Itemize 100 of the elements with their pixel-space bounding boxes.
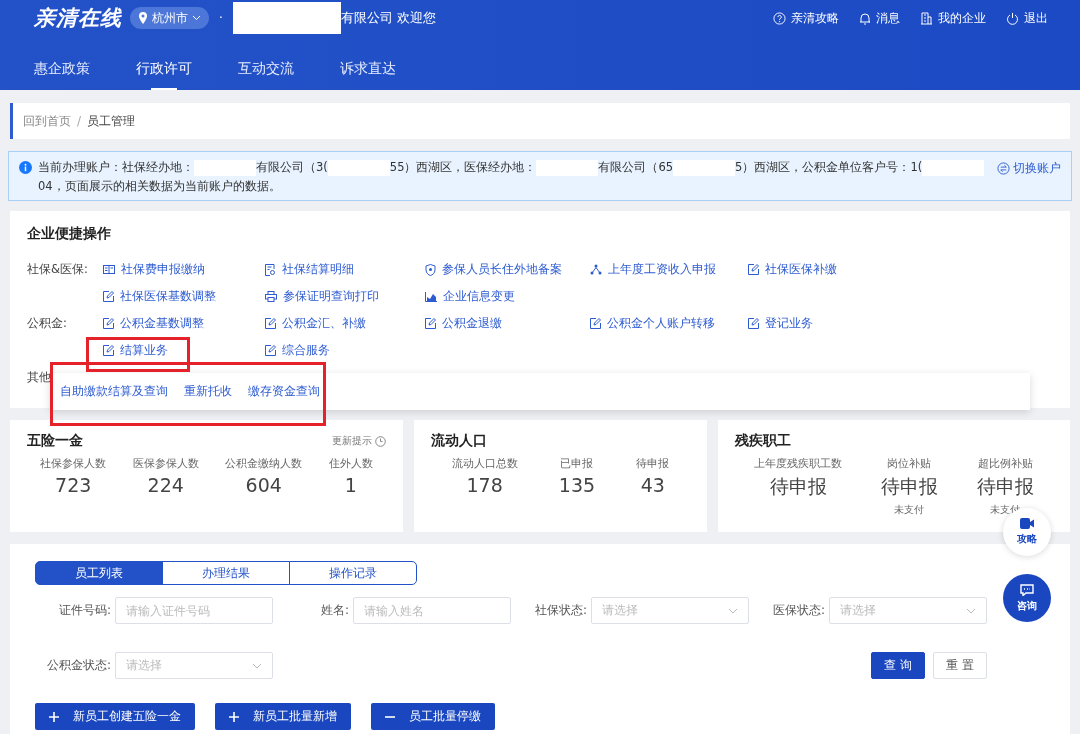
edit-icon — [425, 318, 436, 329]
quick-action-link[interactable]: 企业信息变更 — [425, 288, 590, 305]
card-title: 流动人口 — [431, 432, 487, 450]
reset-button[interactable]: 重 置 — [933, 652, 987, 679]
metric-label: 上年度残疾职工数 — [754, 456, 843, 471]
metric-label: 超比例补贴 — [977, 456, 1033, 471]
separator-dot: · — [219, 11, 223, 25]
input-field[interactable]: 请输入姓名 — [353, 597, 511, 624]
network-icon — [590, 264, 602, 275]
metric-value: 待申报 — [881, 474, 938, 499]
plus-icon — [229, 711, 239, 722]
edit-icon — [103, 345, 114, 356]
quick-action-link[interactable]: 公积金汇、补缴 — [265, 315, 425, 332]
input-field[interactable]: 请输入证件号码 — [115, 597, 273, 624]
header-link[interactable]: 消息 — [859, 9, 900, 27]
row-label: 公积金: — [27, 315, 68, 332]
switch-account-link[interactable]: 切换账户 — [997, 160, 1061, 177]
notice-text: 有限公司（3( — [256, 159, 328, 176]
tab[interactable]: 员工列表 — [35, 561, 163, 585]
power-icon — [1006, 11, 1019, 25]
breadcrumb-link[interactable]: 员工管理 — [87, 112, 136, 130]
metric-value: 1 — [344, 474, 357, 496]
chevron-down-icon — [966, 607, 976, 614]
edit-icon — [265, 318, 276, 329]
action-button[interactable]: 新员工批量新增 — [215, 703, 351, 730]
chat-icon — [1020, 583, 1034, 596]
metric-value: 224 — [147, 474, 184, 496]
card-title: 五险一金 — [27, 432, 83, 450]
metric-label: 社保参保人数 — [40, 456, 107, 471]
metric-value: 604 — [245, 474, 282, 496]
quick-action-link[interactable]: 公积金个人账户转移 — [590, 315, 748, 332]
header-link[interactable]: 亲清攻略 — [773, 9, 839, 27]
edit-icon — [103, 318, 114, 329]
metric-label: 流动人口总数 — [451, 456, 518, 471]
metric-label: 待申报 — [636, 456, 670, 471]
metric-note: 未支付 — [894, 504, 925, 517]
quick-action-link[interactable]: 公积金退缴 — [425, 315, 590, 332]
header-link[interactable]: 退出 — [1006, 9, 1048, 27]
header-link[interactable]: 我的企业 — [920, 9, 986, 27]
quick-action-link[interactable]: 社保医保补缴 — [748, 261, 1053, 278]
metric-value: 178 — [466, 474, 503, 496]
chevron-down-icon — [252, 662, 262, 669]
nav-tab[interactable]: 诉求直达 — [340, 48, 396, 90]
chart-icon — [425, 291, 437, 302]
printer-icon — [265, 291, 277, 302]
search-button[interactable]: 查 询 — [871, 652, 925, 679]
metric-label: 医保参保人数 — [132, 456, 199, 471]
field-label: 医保状态: — [772, 602, 825, 619]
shield-icon — [425, 263, 436, 276]
edit-icon — [748, 264, 759, 275]
welcome-text: 有限公司 欢迎您 — [340, 9, 436, 27]
plus-icon — [49, 711, 59, 722]
city-selector[interactable]: 杭州市 — [130, 7, 209, 29]
action-button[interactable]: 员工批量停缴 — [371, 703, 495, 730]
quick-action-link[interactable]: 综合服务 — [265, 342, 425, 359]
breadcrumb-separator: / — [77, 114, 82, 128]
chevron-down-icon — [728, 607, 738, 614]
tab[interactable]: 操作记录 — [289, 561, 417, 585]
edit-icon — [265, 345, 276, 356]
notice-text: 1( — [910, 159, 923, 176]
quick-action-link[interactable]: 社保结算明细 — [265, 261, 425, 278]
metric-value: 43 — [640, 474, 665, 496]
quick-action-link[interactable]: 社保费申报缴纳 — [103, 261, 265, 278]
metric-value: 723 — [55, 474, 92, 496]
quick-action-link[interactable]: 公积金基数调整 — [103, 315, 265, 332]
notice-text: 55）西湖区，医保经办地： — [389, 159, 537, 176]
row-label: 其他 — [27, 369, 52, 386]
chevron-down-icon — [192, 15, 201, 21]
action-button[interactable]: 新员工创建五险一金 — [35, 703, 195, 730]
breadcrumb-link[interactable]: 回到首页 — [23, 112, 71, 130]
metric-label: 住外人数 — [328, 456, 373, 471]
logo[interactable]: 亲清在线 — [34, 4, 122, 32]
quick-action-link[interactable]: 参保证明查询打印 — [265, 288, 425, 305]
menu-item[interactable]: 缴存资金查询 — [248, 384, 320, 399]
quick-action-link[interactable]: 结算业务 — [103, 342, 265, 359]
menu-item[interactable]: 自助缴款结算及查询 — [60, 384, 168, 399]
video-camera-icon — [1020, 518, 1034, 529]
edit-icon — [103, 291, 114, 302]
minus-icon — [385, 715, 395, 718]
field-label: 证件号码: — [58, 602, 111, 619]
document-search-icon — [265, 263, 276, 276]
tab[interactable]: 办理结果 — [162, 561, 290, 585]
menu-item[interactable]: 重新托收 — [184, 384, 232, 399]
nav-tab[interactable]: 惠企政策 — [34, 48, 90, 90]
update-hint-link[interactable]: 更新提示 — [332, 434, 386, 448]
info-icon — [19, 161, 32, 174]
edit-icon — [590, 318, 601, 329]
quick-action-link[interactable]: 登记业务 — [748, 315, 1053, 332]
swap-icon — [997, 162, 1010, 175]
quick-action-link[interactable]: 参保人员长住外地备案 — [425, 261, 590, 278]
edit-icon — [748, 318, 759, 329]
quick-action-link[interactable]: 社保医保基数调整 — [103, 288, 265, 305]
clock-icon — [375, 435, 386, 447]
notice-text: 04，页面展示的相关数据为当前账户的数据。 — [38, 178, 281, 195]
card-title: 残疾职工 — [735, 432, 791, 450]
quick-action-link[interactable]: 上年度工资收入申报 — [590, 261, 748, 278]
field-label: 公积金状态: — [46, 657, 111, 674]
nav-tab[interactable]: 互动交流 — [238, 48, 294, 90]
metric-label: 岗位补贴 — [887, 456, 932, 471]
help-icon — [773, 11, 786, 25]
